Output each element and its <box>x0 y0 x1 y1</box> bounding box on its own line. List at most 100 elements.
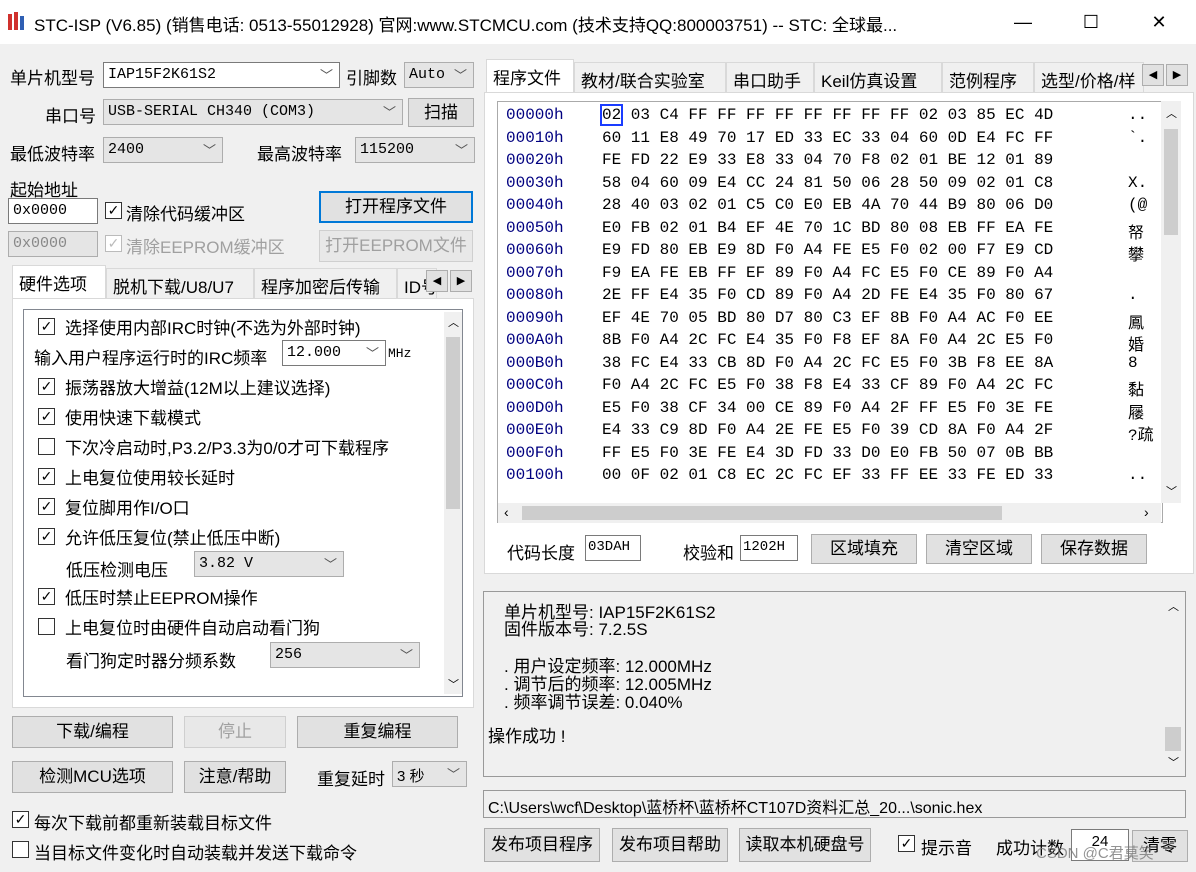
mcu-type-select[interactable]: IAP15F2K61S2 ﹀ <box>103 62 340 88</box>
clear-area-button[interactable]: 清空区域 <box>926 534 1032 564</box>
chevron-down-icon: ﹀ <box>453 69 467 84</box>
detect-mcu-button[interactable]: 检测MCU选项 <box>12 761 173 793</box>
tab-program-file[interactable]: 程序文件 <box>486 59 574 92</box>
checkbox[interactable] <box>38 617 55 635</box>
close-button[interactable]: ✕ <box>1136 0 1182 44</box>
hex-row: 00060h E9 FD 80 EB E9 8D F0 A4 FE E5 F0 0… <box>506 241 1144 265</box>
tab-scroll-left-icon[interactable]: ◀ <box>426 270 448 292</box>
log-scrollbar[interactable]: ︿ ﹀ <box>1162 594 1184 774</box>
tab-offline-download[interactable]: 脱机下载/U8/U7 <box>106 268 254 298</box>
clear-code-checkbox[interactable]: ✓ <box>105 202 122 219</box>
log-output[interactable]: 单片机型号: IAP15F2K61S2 固件版本号: 7.2.5S . 用户设定… <box>483 591 1186 777</box>
option-lv-disable-eeprom[interactable]: ✓ 低压时禁止EEPROM操作 <box>38 583 258 609</box>
fill-area-button[interactable]: 区域填充 <box>811 534 917 564</box>
hex-ascii: 屦 <box>1128 404 1145 423</box>
maximize-button[interactable]: ☐ <box>1068 0 1114 44</box>
save-data-button[interactable]: 保存数据 <box>1041 534 1147 564</box>
option-cold-start-p32[interactable]: 下次冷启动时,P3.2/P3.3为0/0才可下载程序 <box>38 433 389 459</box>
option-reset-pin-io[interactable]: ✓ 复位脚用作I/O口 <box>38 493 190 519</box>
lvd-select[interactable]: 3.82 V ﹀ <box>194 551 344 577</box>
tab-selection-price[interactable]: 选型/价格/样 <box>1034 62 1144 92</box>
options-scrollbar[interactable]: ︿ ﹀ <box>444 312 462 694</box>
hex-row: 00100h 00 0F 02 01 C8 EC 2C FC EF 33 FF E… <box>506 466 1147 489</box>
hex-bytes: 28 40 03 02 01 C5 C0 E0 EB 4A 70 44 B9 8… <box>602 196 1054 214</box>
tab-textbook-lab[interactable]: 教材/联合实验室 <box>574 62 726 92</box>
publish-help-button[interactable]: 发布项目帮助 <box>612 828 728 862</box>
scroll-up-icon[interactable]: ︿ <box>448 314 459 330</box>
max-baud-select[interactable]: 115200 ﹀ <box>355 137 475 163</box>
option-internal-irc[interactable]: ✓ 选择使用内部IRC时钟(不选为外部时钟) <box>38 313 361 339</box>
max-baud-value: 115200 <box>360 141 415 158</box>
log-line: 操作成功 ! <box>488 727 566 746</box>
beep-checkbox[interactable]: ✓ <box>898 835 915 852</box>
hex-row: 00040h 28 40 03 02 01 C5 C0 E0 EB 4A 70 4… <box>506 196 1147 219</box>
hex-bytes: E5 F0 38 CF 34 00 CE 89 F0 A4 2F FF E5 F… <box>602 398 1054 417</box>
port-select[interactable]: USB-SERIAL CH340 (COM3) ﹀ <box>103 99 403 125</box>
scroll-up-icon[interactable]: ︿ <box>1168 598 1179 614</box>
open-eeprom-file-button[interactable]: 打开EEPROM文件 <box>319 230 473 262</box>
code-addr-input[interactable]: 0x0000 <box>8 198 98 224</box>
open-program-file-button[interactable]: 打开程序文件 <box>319 191 473 223</box>
option-long-reset-delay[interactable]: ✓ 上电复位使用较长延时 <box>38 463 235 489</box>
checkbox[interactable]: ✓ <box>38 587 55 605</box>
file-path-field[interactable]: C:\Users\wcf\Desktop\蓝桥杯\蓝桥杯CT107D资料汇总_2… <box>483 790 1186 818</box>
checkbox[interactable]: ✓ <box>38 407 55 425</box>
reprogram-button[interactable]: 重复编程 <box>297 716 458 748</box>
tab-scroll-right-icon[interactable]: ▶ <box>450 270 472 292</box>
scroll-up-icon[interactable]: ︿ <box>1166 105 1177 121</box>
checkbox[interactable]: ✓ <box>38 467 55 485</box>
minimize-button[interactable]: — <box>1000 0 1046 44</box>
option-osc-gain[interactable]: ✓ 振荡器放大增益(12M以上建议选择) <box>38 373 330 399</box>
eeprom-addr-input[interactable]: 0x0000 <box>8 231 98 257</box>
irc-freq-select[interactable]: 12.000 ﹀ <box>282 340 386 366</box>
tab-scroll-left-icon[interactable]: ◀ <box>1142 64 1164 86</box>
tab-hardware-options[interactable]: 硬件选项 <box>12 265 106 298</box>
auto-load-checkbox[interactable] <box>12 841 29 858</box>
checkbox[interactable]: ✓ <box>38 377 55 395</box>
scroll-right-icon[interactable]: › <box>1144 504 1149 520</box>
checkbox[interactable]: ✓ <box>38 527 55 545</box>
scroll-thumb[interactable] <box>1165 727 1181 751</box>
chevron-down-icon: ﹀ <box>365 347 379 362</box>
publish-program-button[interactable]: 发布项目程序 <box>484 828 600 862</box>
tab-scroll-right-icon[interactable]: ▶ <box>1166 64 1188 86</box>
option-auto-watchdog[interactable]: 上电复位时由硬件自动启动看门狗 <box>38 613 320 639</box>
scan-button[interactable]: 扫描 <box>408 98 474 127</box>
hex-row: 00090h EF 4E 70 05 BD 80 D7 80 C3 EF 8B F… <box>506 309 1144 333</box>
option-low-voltage-reset[interactable]: ✓ 允许低压复位(禁止低压中断) <box>38 523 280 549</box>
repeat-delay-value: 3 秒 <box>397 768 425 785</box>
option-label: 低压时禁止EEPROM操作 <box>65 588 258 608</box>
option-fast-download[interactable]: ✓ 使用快速下载模式 <box>38 403 201 429</box>
option-label: 上电复位使用较长延时 <box>65 468 235 488</box>
checkbox[interactable]: ✓ <box>38 497 55 515</box>
reload-checkbox[interactable]: ✓ <box>12 811 29 828</box>
hex-row: 000D0h E5 F0 38 CF 34 00 CE 89 F0 A4 2F F… <box>506 399 1144 423</box>
clear-eeprom-checkbox[interactable]: ✓ <box>105 235 122 252</box>
scroll-down-icon[interactable]: ﹀ <box>1166 483 1177 499</box>
pins-select[interactable]: Auto ﹀ <box>404 62 474 88</box>
scroll-thumb[interactable] <box>446 337 460 509</box>
min-baud-select[interactable]: 2400 ﹀ <box>103 137 223 163</box>
hex-vscrollbar[interactable]: ︿ ﹀ <box>1161 101 1181 503</box>
read-disk-id-button[interactable]: 读取本机硬盘号 <box>739 828 871 862</box>
scroll-left-icon[interactable]: ‹ <box>504 504 509 520</box>
tab-serial-assistant[interactable]: 串口助手 <box>726 62 814 92</box>
tab-encrypted-transfer[interactable]: 程序加密后传输 <box>254 268 397 298</box>
wdt-label: 看门狗定时器分频系数 <box>66 652 236 671</box>
checkbox[interactable] <box>38 437 55 455</box>
hex-view[interactable]: 00000h 02 03 C4 FF FF FF FF FF FF FF FF 0… <box>497 101 1163 523</box>
stop-button[interactable]: 停止 <box>184 716 286 748</box>
tab-examples[interactable]: 范例程序 <box>942 62 1034 92</box>
scroll-down-icon[interactable]: ﹀ <box>1168 754 1179 770</box>
help-button[interactable]: 注意/帮助 <box>184 761 286 793</box>
scroll-thumb[interactable] <box>522 506 1002 520</box>
repeat-delay-select[interactable]: 3 秒 ﹀ <box>392 761 467 787</box>
tab-keil-sim[interactable]: Keil仿真设置 <box>814 62 942 92</box>
checkbox[interactable]: ✓ <box>38 317 55 335</box>
log-line: 固件版本号: 7.2.5S <box>504 620 648 639</box>
scroll-thumb[interactable] <box>1164 129 1178 235</box>
hex-hscrollbar[interactable]: ‹ › <box>498 503 1161 523</box>
wdt-select[interactable]: 256 ﹀ <box>270 642 420 668</box>
download-program-button[interactable]: 下载/编程 <box>12 716 173 748</box>
scroll-down-icon[interactable]: ﹀ <box>448 676 459 692</box>
